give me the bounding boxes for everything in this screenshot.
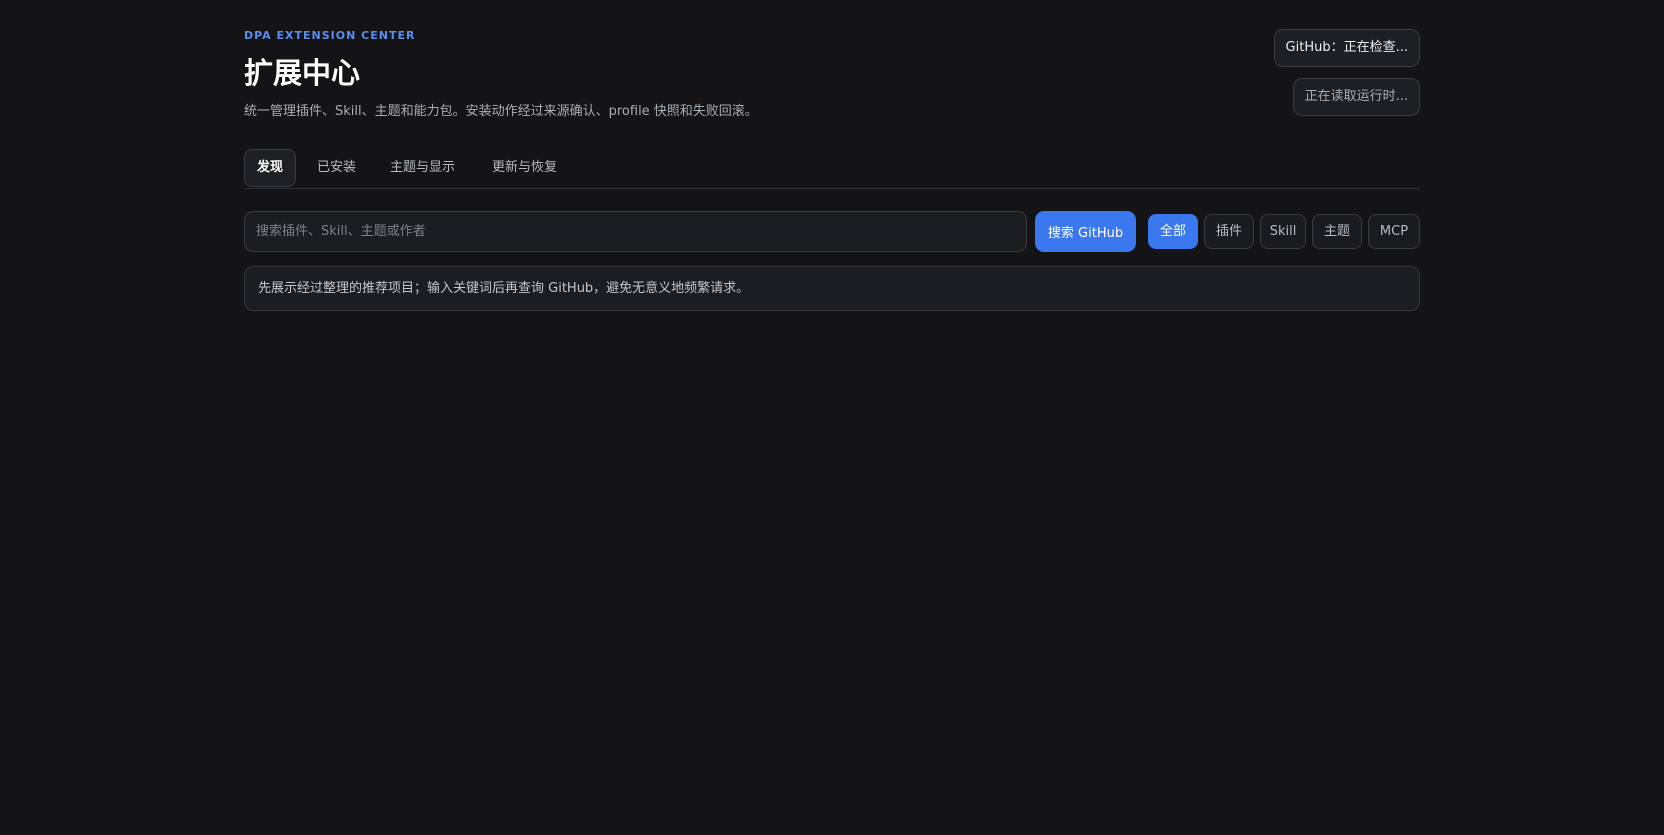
tab-installed[interactable]: 已安装 — [305, 149, 368, 187]
notice-box: 先展示经过整理的推荐项目；输入关键词后再查询 GitHub，避免无意义地频繁请求… — [244, 266, 1420, 311]
page-title: 扩展中心 — [244, 56, 361, 90]
tab-discover[interactable]: 发现 — [244, 149, 297, 187]
runtime-status-badge: 正在读取运行时... — [1292, 78, 1420, 116]
filter-skill[interactable]: Skill — [1260, 214, 1306, 249]
tab-updates-recovery[interactable]: 更新与恢复 — [480, 149, 569, 187]
filter-themes[interactable]: 主题 — [1312, 214, 1362, 249]
tab-themes-display[interactable]: 主题与显示 — [378, 149, 467, 187]
search-github-button[interactable]: 搜索 GitHub — [1035, 211, 1136, 252]
page-subtitle: 统一管理插件、Skill、主题和能力包。安装动作经过来源确认、profile 快… — [244, 104, 758, 119]
filter-plugins[interactable]: 插件 — [1204, 214, 1254, 249]
filter-all[interactable]: 全部 — [1148, 214, 1198, 249]
search-input[interactable] — [244, 211, 1027, 252]
tab-bar: 发现 已安装 主题与显示 更新与恢复 — [244, 149, 1420, 189]
filter-mcp[interactable]: MCP — [1368, 214, 1420, 249]
github-status-badge: GitHub：正在检查... — [1273, 29, 1420, 67]
eyebrow-label: DPA EXTENSION CENTER — [244, 29, 416, 42]
